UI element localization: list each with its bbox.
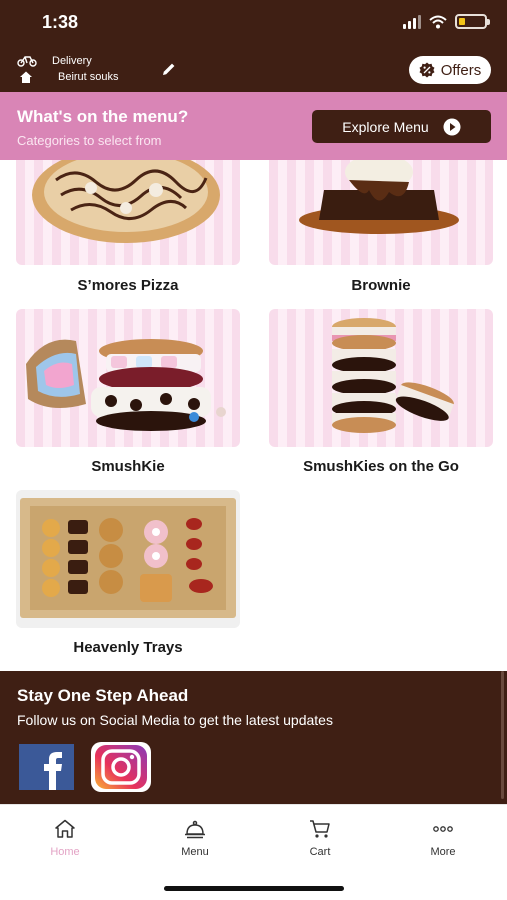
social-section: Stay One Step Ahead Follow us on Social … xyxy=(0,671,507,804)
status-icons xyxy=(403,14,490,29)
edit-location-icon[interactable] xyxy=(161,61,177,77)
category-image-smushkie[interactable] xyxy=(16,309,240,447)
explore-menu-label: Explore Menu xyxy=(342,118,429,135)
cart-icon xyxy=(310,820,330,838)
category-image-heavenly-trays[interactable] xyxy=(16,490,240,628)
tab-label: Menu xyxy=(181,846,209,858)
smushkie-image xyxy=(26,339,226,431)
home-indicator xyxy=(164,886,344,891)
smores-pizza-image xyxy=(32,160,220,243)
battery-level xyxy=(459,18,465,25)
wifi-icon xyxy=(429,15,447,28)
category-image-smores-pizza[interactable] xyxy=(16,160,240,265)
instagram-icon[interactable] xyxy=(91,742,151,792)
delivery-location[interactable]: Beirut souks xyxy=(58,71,119,83)
offers-button[interactable]: Offers xyxy=(409,56,491,84)
banner-subtitle: Categories to select from xyxy=(17,133,162,148)
delivery-label: Delivery xyxy=(52,55,92,67)
status-time: 1:38 xyxy=(42,12,79,32)
status-bar: 1:38 xyxy=(0,0,507,48)
app-header: Delivery Beirut souks Offers xyxy=(0,48,507,92)
banner-title: What's on the menu? xyxy=(17,107,189,126)
category-label[interactable]: S’mores Pizza xyxy=(16,277,240,294)
heavenly-trays-image xyxy=(20,498,236,618)
category-label[interactable]: Heavenly Trays xyxy=(16,639,240,656)
tab-cart[interactable]: Cart xyxy=(265,817,375,858)
signal-icon xyxy=(403,14,421,29)
category-label[interactable]: SmushKies on the Go xyxy=(269,458,493,475)
social-subtitle: Follow us on Social Media to get the lat… xyxy=(17,712,333,728)
play-circle-icon xyxy=(443,118,461,135)
cloche-icon xyxy=(185,820,205,839)
tab-label: More xyxy=(430,846,456,858)
home-location-icon xyxy=(20,71,32,83)
more-icon xyxy=(433,826,453,832)
home-icon xyxy=(55,819,75,838)
social-title: Stay One Step Ahead xyxy=(17,686,189,705)
explore-menu-button[interactable]: Explore Menu xyxy=(312,110,491,143)
battery-icon xyxy=(455,14,490,29)
category-label[interactable]: Brownie xyxy=(269,277,493,294)
badge-percent-icon xyxy=(419,62,435,78)
category-label[interactable]: SmushKie xyxy=(16,458,240,475)
tab-label: Home xyxy=(50,846,80,858)
brownie-image xyxy=(299,160,459,234)
tab-more[interactable]: More xyxy=(388,817,498,858)
bike-icon xyxy=(17,56,37,67)
scrollbar[interactable] xyxy=(501,671,504,799)
facebook-icon[interactable] xyxy=(19,744,74,790)
smushkies-on-the-go-image xyxy=(332,318,454,433)
category-image-brownie[interactable] xyxy=(269,160,493,265)
tab-home[interactable]: Home xyxy=(10,817,120,858)
menu-banner: What's on the menu? Categories to select… xyxy=(0,92,507,160)
offers-label: Offers xyxy=(440,61,482,79)
tab-menu[interactable]: Menu xyxy=(140,817,250,858)
category-grid: S’mores Pizza Brownie SmushKie SmushKies… xyxy=(0,160,507,671)
tab-label: Cart xyxy=(309,846,331,858)
category-image-smushkies-on-the-go[interactable] xyxy=(269,309,493,447)
